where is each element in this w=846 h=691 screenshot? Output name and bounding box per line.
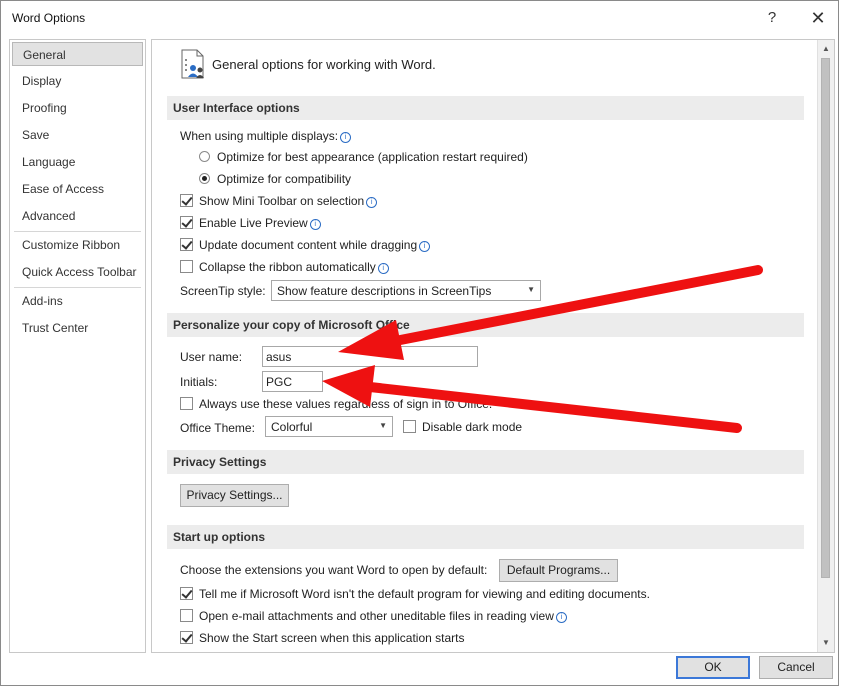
section-title: Privacy Settings [173,455,267,469]
username-value: asus [266,350,292,364]
page-heading: General options for working with Word. [212,57,436,72]
info-icon: i [555,612,567,623]
disable-dark-mode-label[interactable]: Disable dark mode [422,420,522,434]
open-email-reading-label[interactable]: Open e-mail attachments and other unedit… [199,609,567,623]
nav-item-add-ins[interactable]: Add-ins [12,289,143,313]
nav-item-save[interactable]: Save [12,123,143,147]
nav-item-general[interactable]: General [12,42,143,66]
section-title: Start up options [173,530,265,544]
radio-best-appearance-label[interactable]: Optimize for best appearance (applicatio… [217,150,528,164]
chevron-down-icon: ▼ [527,285,535,294]
window-title: Word Options [12,11,86,25]
scroll-up-icon[interactable]: ▲ [818,41,834,57]
extensions-label: Choose the extensions you want Word to o… [180,563,488,577]
checkbox-open-email-reading[interactable] [180,609,193,622]
tell-me-default-label[interactable]: Tell me if Microsoft Word isn't the defa… [199,587,650,601]
office-theme-select[interactable]: Colorful ▼ [265,416,393,437]
title-bar: Word Options ? ✕ [1,1,838,35]
office-theme-value: Colorful [271,420,313,434]
options-nav: General Display Proofing Save Language E… [9,39,146,653]
username-label: User name: [180,350,243,364]
update-dragging-label[interactable]: Update document content while dragging i [199,238,431,252]
info-icon: i [419,241,431,252]
mini-toolbar-label[interactable]: Show Mini Toolbar on selection i [199,194,378,208]
label-text: Update document content while dragging [199,238,418,252]
checkbox-always-use-values[interactable] [180,397,193,410]
scroll-down-icon[interactable]: ▼ [818,635,834,651]
close-button[interactable]: ✕ [806,7,830,29]
initials-value: PGC [266,375,293,389]
nav-item-customize-ribbon[interactable]: Customize Ribbon [12,233,143,257]
content-pane: General options for working with Word. U… [151,39,835,653]
nav-item-trust-center[interactable]: Trust Center [12,316,143,340]
section-title: User Interface options [173,101,300,115]
username-input[interactable]: asus [262,346,478,367]
chevron-down-icon: ▼ [379,421,387,430]
section-privacy: Privacy Settings [167,450,804,474]
nav-item-display[interactable]: Display [12,69,143,93]
general-options-icon [181,49,204,79]
section-ui-options: User Interface options [167,96,804,120]
live-preview-label[interactable]: Enable Live Preview i [199,216,321,230]
info-icon: i [309,219,321,230]
nav-item-language[interactable]: Language [12,150,143,174]
label-text: Collapse the ribbon automatically [199,260,376,274]
checkbox-disable-dark-mode[interactable] [403,420,416,433]
ok-button[interactable]: OK [676,656,750,679]
checkbox-mini-toolbar[interactable] [180,194,193,207]
screentip-label: ScreenTip style: [180,284,266,298]
checkbox-tell-me-default[interactable] [180,587,193,600]
word-options-dialog: Word Options ? ✕ General Display Proofin… [0,0,839,686]
always-use-values-label[interactable]: Always use these values regardless of si… [199,397,492,411]
cancel-button[interactable]: Cancel [759,656,833,679]
section-title: Personalize your copy of Microsoft Offic… [173,318,410,332]
checkbox-update-dragging[interactable] [180,238,193,251]
help-button[interactable]: ? [760,7,784,29]
checkbox-collapse-ribbon[interactable] [180,260,193,273]
info-icon: i [340,132,352,143]
nav-divider [14,287,141,288]
multiple-displays-label: When using multiple displays: i [180,129,352,143]
screentip-style-value: Show feature descriptions in ScreenTips [277,284,492,298]
screentip-style-select[interactable]: Show feature descriptions in ScreenTips … [271,280,541,301]
section-personalize: Personalize your copy of Microsoft Offic… [167,313,804,337]
nav-item-proofing[interactable]: Proofing [12,96,143,120]
info-icon: i [377,263,389,274]
label-text: Show Mini Toolbar on selection [199,194,365,208]
nav-divider [14,231,141,232]
label-text: Enable Live Preview [199,216,308,230]
privacy-settings-button[interactable]: Privacy Settings... [180,484,289,507]
default-programs-button[interactable]: Default Programs... [499,559,618,582]
label-text: Open e-mail attachments and other unedit… [199,609,554,623]
nav-item-ease-of-access[interactable]: Ease of Access [12,177,143,201]
office-theme-label: Office Theme: [180,421,255,435]
checkbox-live-preview[interactable] [180,216,193,229]
radio-best-appearance[interactable] [199,151,210,162]
collapse-ribbon-label[interactable]: Collapse the ribbon automatically i [199,260,389,274]
label-text: When using multiple displays: [180,129,339,143]
scrollbar-thumb[interactable] [821,58,830,578]
checkbox-show-start-screen[interactable] [180,631,193,644]
nav-item-quick-access-toolbar[interactable]: Quick Access Toolbar [12,260,143,284]
show-start-screen-label[interactable]: Show the Start screen when this applicat… [199,631,464,645]
radio-compatibility[interactable] [199,173,210,184]
radio-compatibility-label[interactable]: Optimize for compatibility [217,172,351,186]
initials-input[interactable]: PGC [262,371,323,392]
nav-item-advanced[interactable]: Advanced [12,204,143,228]
vertical-scrollbar[interactable]: ▲ ▼ [817,40,834,652]
info-icon: i [366,197,378,208]
initials-label: Initials: [180,375,218,389]
section-startup: Start up options [167,525,804,549]
